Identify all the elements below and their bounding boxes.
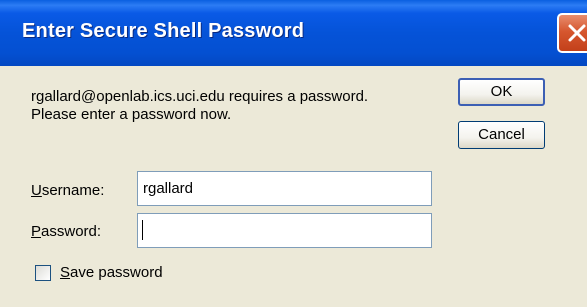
save-password-label[interactable]: Save password: [60, 264, 163, 281]
username-label: Username:: [31, 182, 104, 199]
password-label: Password:: [31, 223, 101, 240]
close-button[interactable]: [557, 13, 587, 53]
close-icon: [568, 24, 586, 42]
window-title: Enter Secure Shell Password: [22, 20, 305, 42]
cancel-button[interactable]: Cancel: [458, 121, 545, 149]
username-label-rest: sername:: [41, 182, 105, 199]
save-password-checkbox[interactable]: [35, 265, 51, 281]
message-line-1: rgallard@openlab.ics.uci.edu requires a …: [31, 88, 369, 105]
title-bar[interactable]: Enter Secure Shell Password: [0, 0, 587, 66]
username-input[interactable]: [137, 171, 432, 206]
password-label-rest: assword:: [41, 223, 102, 240]
save-password-label-accel: S: [60, 264, 71, 281]
password-dialog: Enter Secure Shell Password rgallard@ope…: [0, 0, 587, 307]
message-line-2: Please enter a password now.: [31, 106, 232, 123]
password-label-accel: P: [31, 223, 42, 240]
text-caret: [142, 220, 143, 240]
username-label-accel: U: [31, 182, 42, 199]
password-prompt-message: rgallard@openlab.ics.uci.edu requires a …: [31, 88, 368, 124]
ok-button[interactable]: OK: [458, 78, 545, 106]
password-input[interactable]: [137, 213, 432, 248]
save-password-label-rest: ave password: [70, 264, 163, 281]
